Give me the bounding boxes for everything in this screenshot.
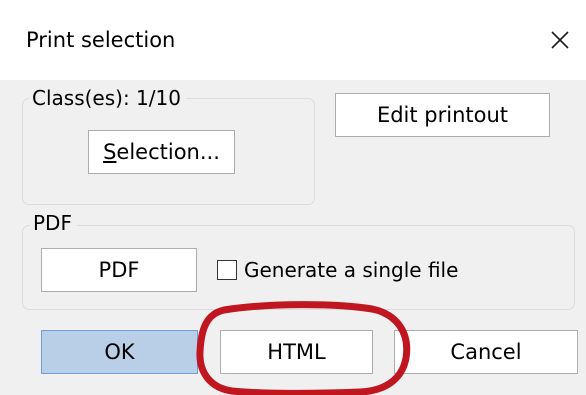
single-file-checkbox[interactable] [217, 260, 237, 280]
close-icon [551, 31, 569, 49]
edit-printout-button[interactable]: Edit printout [335, 93, 550, 137]
class-group-label: Class(es): 1/10 [29, 87, 186, 109]
close-button[interactable] [540, 18, 580, 62]
dialog-title: Print selection [26, 28, 176, 52]
pdf-group-label: PDF [30, 212, 77, 234]
single-file-checkbox-label[interactable]: Generate a single file [244, 259, 458, 281]
selection-button-label: election... [116, 140, 220, 164]
ok-button[interactable]: OK [41, 330, 198, 374]
cancel-button[interactable]: Cancel [394, 330, 578, 374]
selection-button-mnemonic: S [103, 140, 117, 164]
title-bar: Print selection [0, 0, 586, 80]
pdf-button[interactable]: PDF [41, 248, 197, 292]
selection-button[interactable]: Selection... [88, 130, 235, 174]
print-selection-dialog: Print selection Class(es): 1/10 Selectio… [0, 0, 586, 395]
html-button[interactable]: HTML [220, 330, 373, 374]
